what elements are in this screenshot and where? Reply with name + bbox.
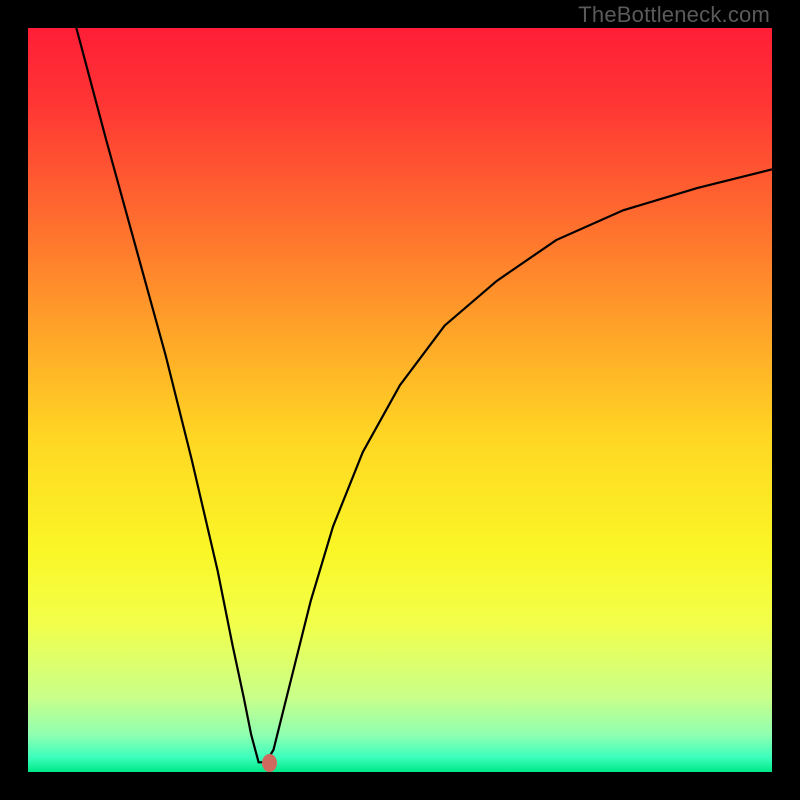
plot-frame <box>28 28 772 772</box>
watermark-text: TheBottleneck.com <box>578 2 770 28</box>
optimal-point-marker <box>262 754 277 772</box>
gradient-background <box>28 28 772 772</box>
bottleneck-chart <box>28 28 772 772</box>
